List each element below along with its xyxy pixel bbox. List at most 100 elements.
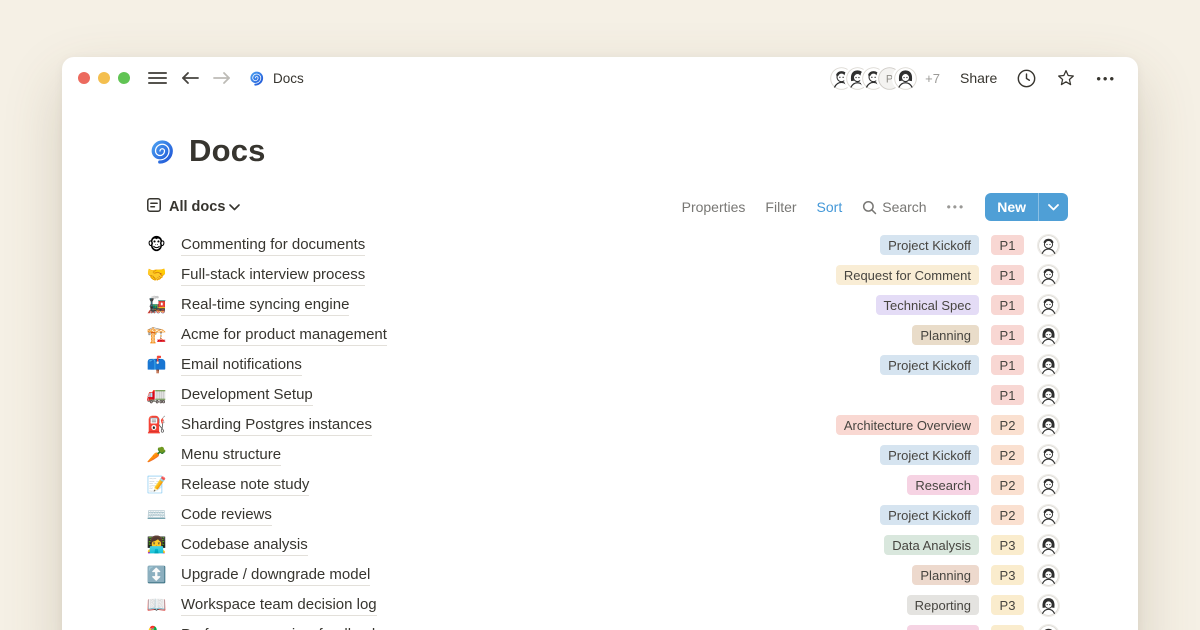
zoom-window-button[interactable] [118,72,130,84]
titlebar: Docs +7 Share ••• [62,57,1138,99]
doc-owner-avatar [1037,474,1060,497]
chevron-down-icon [229,204,240,211]
collaborator-avatar[interactable] [894,67,917,90]
doc-emoji-icon: 🏗️ [146,327,167,343]
doc-row[interactable]: 🤝 Full-stack interview process Request f… [146,260,1068,290]
doc-tag-badge: Project Kickoff [880,505,979,525]
doc-row[interactable]: ↕️ Upgrade / downgrade model Planning P3 [146,560,1068,590]
doc-row[interactable]: 🐵 Commenting for documents Project Kicko… [146,230,1068,260]
window-title: Docs [273,71,304,86]
doc-row[interactable]: 🚛 Development Setup P1 [146,380,1068,410]
share-button[interactable]: Share [960,70,997,86]
history-clock-icon[interactable] [1017,69,1036,88]
minimize-window-button[interactable] [98,72,110,84]
view-switcher[interactable]: All docs [146,197,240,218]
doc-owner-avatar [1037,234,1060,257]
doc-emoji-icon: 📝 [146,477,167,493]
toolbar-item-filter[interactable]: Filter [765,199,796,215]
doc-emoji-icon: 👩‍💻 [146,537,167,553]
doc-row[interactable]: 📖 Workspace team decision log Reporting … [146,590,1068,620]
doc-title-link[interactable]: Menu structure [181,445,281,466]
doc-tag-badge: Research [907,475,979,495]
doc-title-link[interactable]: Release note study [181,475,309,496]
doc-priority-badge: P2 [991,415,1024,435]
search-button[interactable]: Search [862,199,926,215]
menu-icon[interactable] [148,71,167,85]
doc-priority-badge: P3 [991,565,1024,585]
doc-emoji-icon: 📖 [146,597,167,613]
doc-owner-avatar [1037,264,1060,287]
doc-emoji-icon: ⛽ [146,417,167,433]
doc-title-link[interactable]: Full-stack interview process [181,265,365,286]
doc-title-link[interactable]: Acme for product management [181,325,387,346]
new-doc-button[interactable]: New [985,193,1068,221]
docs-logo-icon [146,136,176,166]
doc-priority-badge: P1 [991,235,1024,255]
doc-owner-avatar [1037,564,1060,587]
doc-priority-badge: P3 [991,595,1024,615]
doc-page-icon [146,197,162,218]
doc-priority-badge: P1 [991,385,1024,405]
doc-row[interactable]: ⌨️ Code reviews Project Kickoff P2 [146,500,1068,530]
app-window: Docs +7 Share ••• Docs [62,57,1138,630]
doc-row[interactable]: 🚂 Real-time syncing engine Technical Spe… [146,290,1068,320]
doc-tag-badge: Project Kickoff [880,445,979,465]
doc-row[interactable]: 📫 Email notifications Project Kickoff P1 [146,350,1068,380]
doc-title-link[interactable]: Codebase analysis [181,535,308,556]
back-arrow-icon[interactable] [181,71,199,85]
doc-title-link[interactable]: Sharding Postgres instances [181,415,372,436]
doc-tag-badge: Research [907,625,979,630]
forward-arrow-icon[interactable] [213,71,231,85]
doc-priority-badge: P2 [991,445,1024,465]
doc-owner-avatar [1037,624,1060,630]
doc-title-link[interactable]: Performance review feedback [181,625,379,630]
titlebar-actions: +7 Share ••• [830,67,1116,90]
toolbar-item-sort[interactable]: Sort [817,199,843,215]
close-window-button[interactable] [78,72,90,84]
doc-emoji-icon: 📫 [146,357,167,373]
doc-title-link[interactable]: Development Setup [181,385,313,406]
doc-priority-badge: P3 [991,535,1024,555]
new-doc-caret-icon[interactable] [1039,204,1068,211]
search-label: Search [882,199,926,215]
doc-owner-avatar [1037,354,1060,377]
doc-owner-avatar [1037,294,1060,317]
doc-title-link[interactable]: Commenting for documents [181,235,365,256]
doc-row[interactable]: 🏗️ Acme for product management Planning … [146,320,1068,350]
collaborator-avatar-stack[interactable] [830,67,917,90]
doc-priority-badge: P2 [991,475,1024,495]
toolbar-more-icon[interactable]: ••• [947,200,966,214]
search-icon [862,200,877,215]
doc-priority-badge: P2 [991,505,1024,525]
doc-title-link[interactable]: Workspace team decision log [181,595,377,616]
doc-emoji-icon: ⌨️ [146,507,167,523]
more-options-icon[interactable]: ••• [1096,71,1116,86]
doc-priority-badge: P1 [991,295,1024,315]
doc-title-link[interactable]: Real-time syncing engine [181,295,349,316]
doc-row[interactable]: 🦜 Performance review feedback Research P… [146,620,1068,630]
favorite-star-icon[interactable] [1056,68,1076,88]
doc-row[interactable]: 🥕 Menu structure Project Kickoff P2 [146,440,1068,470]
doc-tag-badge: Data Analysis [884,535,979,555]
doc-tag-badge: Planning [912,565,979,585]
doc-tag-badge: Reporting [907,595,979,615]
doc-tag-badge: Architecture Overview [836,415,979,435]
view-toolbar: All docs Properties Filter Sort Search •••… [146,193,1068,221]
doc-row[interactable]: ⛽ Sharding Postgres instances Architectu… [146,410,1068,440]
doc-emoji-icon: 🥕 [146,447,167,463]
doc-emoji-icon: 🐵 [146,237,167,253]
doc-row[interactable]: 👩‍💻 Codebase analysis Data Analysis P3 [146,530,1068,560]
doc-title-link[interactable]: Email notifications [181,355,302,376]
new-doc-label: New [985,193,1038,221]
doc-tag-badge: Project Kickoff [880,355,979,375]
doc-emoji-icon: 🚛 [146,387,167,403]
doc-tag-badge: Technical Spec [876,295,979,315]
doc-owner-avatar [1037,594,1060,617]
doc-title-link[interactable]: Upgrade / downgrade model [181,565,370,586]
doc-priority-badge: P1 [991,355,1024,375]
doc-tag-badge: Project Kickoff [880,235,979,255]
doc-row[interactable]: 📝 Release note study Research P2 [146,470,1068,500]
doc-emoji-icon: 🚂 [146,297,167,313]
toolbar-item-properties[interactable]: Properties [682,199,746,215]
doc-title-link[interactable]: Code reviews [181,505,272,526]
